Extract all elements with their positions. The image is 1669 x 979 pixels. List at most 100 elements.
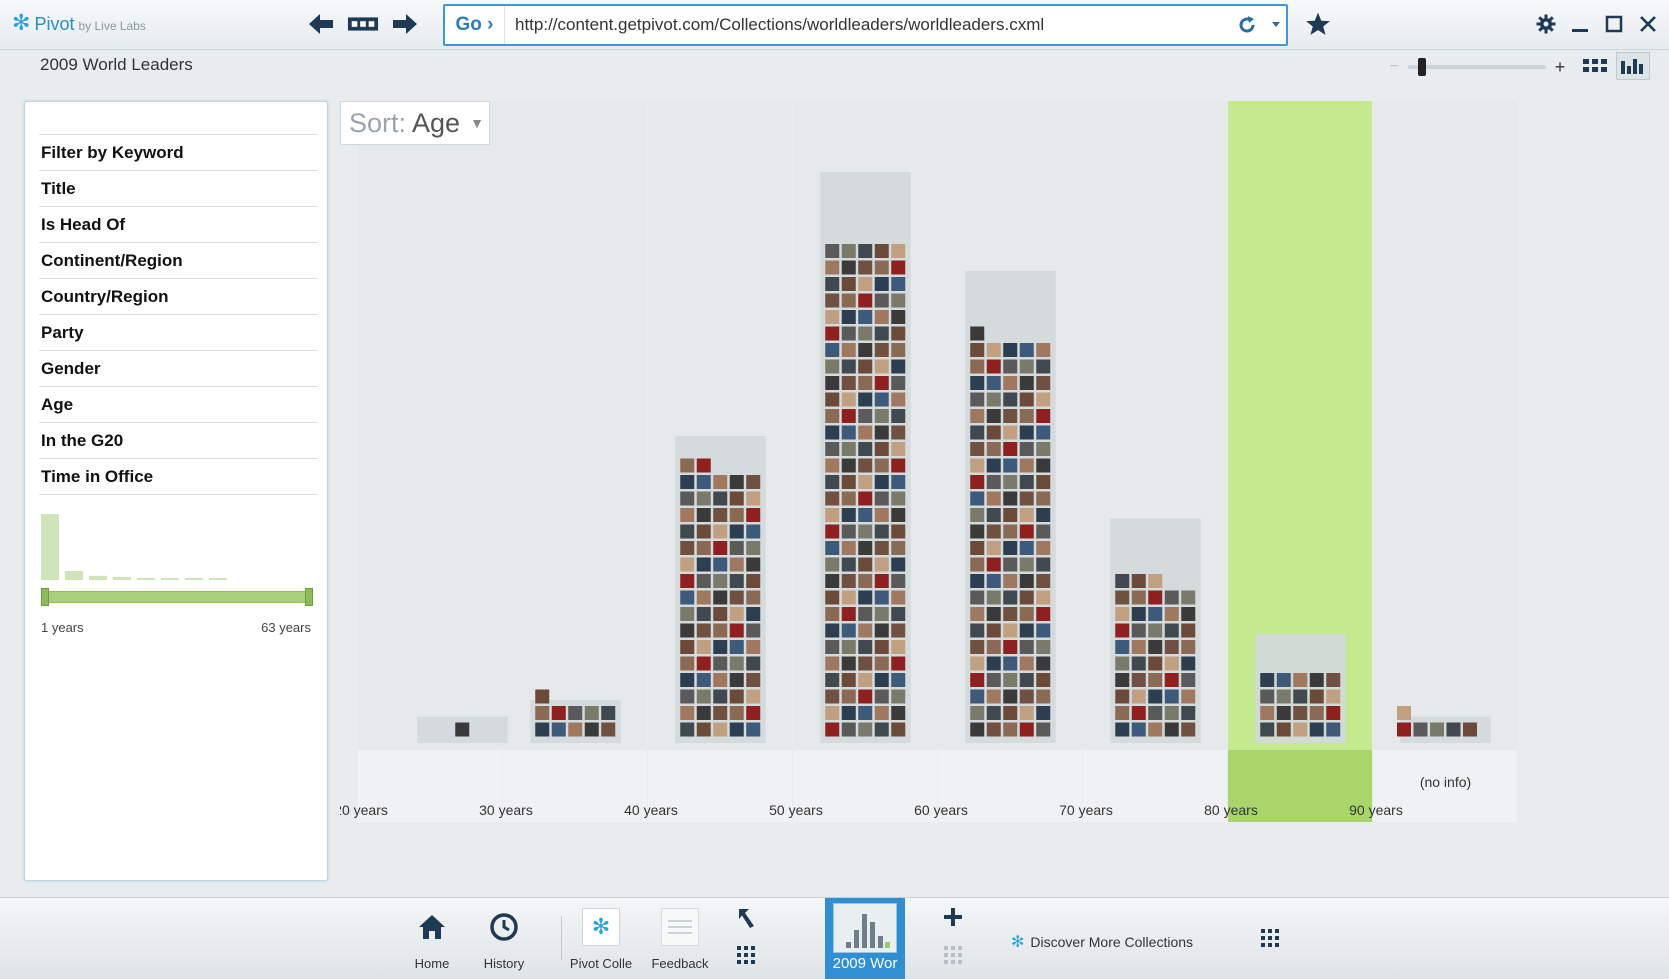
leader-thumbnail[interactable] [874, 326, 889, 341]
leader-thumbnail[interactable] [1036, 392, 1051, 407]
leader-thumbnail[interactable] [970, 706, 985, 720]
leader-thumbnail[interactable] [825, 673, 840, 687]
bin-item-group[interactable] [1110, 518, 1201, 744]
leader-thumbnail[interactable] [970, 656, 985, 671]
leader-thumbnail[interactable] [1003, 442, 1018, 456]
leader-thumbnail[interactable] [713, 590, 728, 605]
leader-thumbnail[interactable] [874, 442, 889, 456]
leader-thumbnail[interactable] [1003, 673, 1018, 687]
maximize-button[interactable] [1603, 10, 1625, 38]
leader-thumbnail[interactable] [858, 706, 873, 720]
leader-thumbnail[interactable] [1036, 640, 1051, 654]
bin-column[interactable] [358, 101, 502, 750]
leader-thumbnail[interactable] [986, 376, 1001, 390]
leader-thumbnail[interactable] [825, 310, 840, 324]
leader-thumbnail[interactable] [729, 524, 744, 539]
leader-thumbnail[interactable] [874, 260, 889, 275]
leader-thumbnail[interactable] [986, 458, 1001, 473]
leader-thumbnail[interactable] [858, 557, 873, 572]
leader-thumbnail[interactable] [841, 277, 856, 291]
leader-thumbnail[interactable] [1019, 656, 1034, 671]
leader-thumbnail[interactable] [858, 475, 873, 489]
leader-thumbnail[interactable] [1293, 673, 1308, 687]
leader-thumbnail[interactable] [825, 607, 840, 621]
leader-thumbnail[interactable] [841, 491, 856, 506]
grid-view-button[interactable] [1578, 52, 1612, 80]
leader-thumbnail[interactable] [1003, 409, 1018, 423]
leader-thumbnail[interactable] [841, 640, 856, 654]
leader-thumbnail[interactable] [1260, 722, 1275, 737]
leader-thumbnail[interactable] [970, 425, 985, 440]
leader-thumbnail[interactable] [1276, 689, 1291, 704]
leader-thumbnail[interactable] [841, 442, 856, 456]
filter-is-head-of[interactable]: Is Head Of [39, 207, 317, 243]
leader-thumbnail[interactable] [858, 640, 873, 654]
leader-thumbnail[interactable] [874, 557, 889, 572]
leader-thumbnail[interactable] [1309, 673, 1324, 687]
leader-thumbnail[interactable] [746, 524, 761, 539]
leader-thumbnail[interactable] [1115, 590, 1130, 605]
bin-column[interactable] [1373, 101, 1517, 750]
leader-thumbnail[interactable] [1036, 574, 1051, 588]
leader-thumbnail[interactable] [568, 706, 583, 720]
leader-thumbnail[interactable] [841, 590, 856, 605]
leader-thumbnail[interactable] [1115, 706, 1130, 720]
leader-thumbnail[interactable] [729, 557, 744, 572]
leader-thumbnail[interactable] [696, 524, 711, 539]
leader-thumbnail[interactable] [1131, 623, 1146, 638]
leader-thumbnail[interactable] [1019, 475, 1034, 489]
leader-thumbnail[interactable] [874, 293, 889, 308]
leader-thumbnail[interactable] [535, 689, 550, 704]
leader-thumbnail[interactable] [1181, 590, 1196, 605]
leader-thumbnail[interactable] [970, 491, 985, 506]
zoom-thumb[interactable] [1418, 58, 1426, 76]
leader-thumbnail[interactable] [970, 689, 985, 704]
bin-item-group[interactable] [820, 172, 911, 743]
leader-thumbnail[interactable] [970, 343, 985, 357]
leader-thumbnail[interactable] [551, 706, 566, 720]
leader-thumbnail[interactable] [1260, 673, 1275, 687]
leader-thumbnail[interactable] [729, 689, 744, 704]
leader-thumbnail[interactable] [1036, 442, 1051, 456]
leader-thumbnail[interactable] [1131, 722, 1146, 737]
leader-thumbnail[interactable] [746, 722, 761, 737]
leader-thumbnail[interactable] [891, 442, 906, 456]
back-to-collection-button[interactable] [728, 906, 764, 970]
leader-thumbnail[interactable] [891, 574, 906, 588]
leader-thumbnail[interactable] [746, 491, 761, 506]
leader-thumbnail[interactable] [1036, 706, 1051, 720]
feedback-button[interactable]: Feedback [644, 906, 716, 971]
history-button[interactable]: History [470, 906, 538, 971]
go-button[interactable]: Go › [445, 6, 505, 44]
leader-thumbnail[interactable] [891, 293, 906, 308]
leader-thumbnail[interactable] [1148, 640, 1163, 654]
filter-age[interactable]: Age [39, 387, 317, 423]
leader-thumbnail[interactable] [1131, 607, 1146, 621]
leader-thumbnail[interactable] [1036, 557, 1051, 572]
leader-thumbnail[interactable] [970, 541, 985, 555]
leader-thumbnail[interactable] [874, 574, 889, 588]
leader-thumbnail[interactable] [1115, 607, 1130, 621]
leader-thumbnail[interactable] [970, 590, 985, 605]
leader-thumbnail[interactable] [1036, 524, 1051, 539]
leader-thumbnail[interactable] [874, 623, 889, 638]
leader-thumbnail[interactable] [970, 409, 985, 423]
leader-thumbnail[interactable] [1260, 689, 1275, 704]
leader-thumbnail[interactable] [680, 524, 695, 539]
bin-item-group[interactable] [675, 436, 766, 743]
leader-thumbnail[interactable] [1003, 623, 1018, 638]
leader-thumbnail[interactable] [713, 689, 728, 704]
leader-thumbnail[interactable] [841, 673, 856, 687]
leader-thumbnail[interactable] [1181, 607, 1196, 621]
leader-thumbnail[interactable] [746, 590, 761, 605]
leader-thumbnail[interactable] [986, 673, 1001, 687]
leader-thumbnail[interactable] [696, 689, 711, 704]
refresh-button[interactable] [1228, 15, 1266, 35]
leader-thumbnail[interactable] [696, 574, 711, 588]
leader-thumbnail[interactable] [858, 277, 873, 291]
leader-thumbnail[interactable] [825, 425, 840, 440]
leader-thumbnail[interactable] [841, 623, 856, 638]
leader-thumbnail[interactable] [1003, 722, 1018, 737]
leader-thumbnail[interactable] [970, 623, 985, 638]
leader-thumbnail[interactable] [858, 607, 873, 621]
